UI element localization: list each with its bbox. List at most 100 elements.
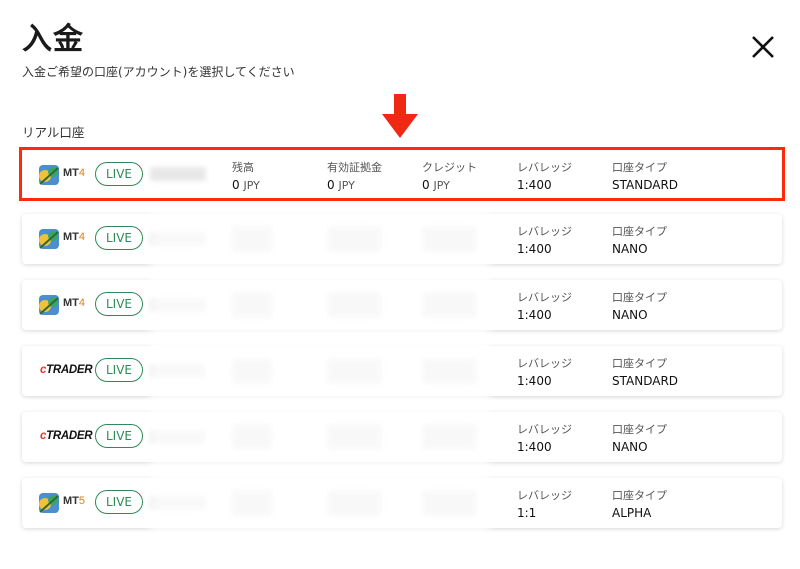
live-badge: LIVE (95, 424, 143, 448)
type-value: NANO (612, 440, 648, 454)
platform-name: MT5 (63, 495, 86, 507)
red-down-arrow-icon (382, 94, 418, 138)
leverage-label: レバレッジ (517, 357, 572, 370)
section-label: リアル口座 (22, 125, 85, 140)
leverage-value: 1:400 (517, 440, 552, 454)
metatrader-icon (39, 493, 59, 513)
account-list: MT4 LIVE 残高 0 JPY 有効証拠金 0 JPY クレジット 0 JP… (19, 147, 785, 544)
balance-blurred (232, 226, 272, 252)
currency: JPY (338, 179, 355, 192)
metatrader-icon (39, 165, 59, 185)
account-number-blurred (150, 364, 206, 378)
live-badge: LIVE (95, 162, 143, 186)
type-value: STANDARD (612, 178, 679, 192)
platform-logo: MT5 (36, 490, 96, 516)
account-card[interactable]: MT4 LIVE レバレッジ 1:400 口座タイプ NANO (22, 280, 782, 330)
leverage-col: レバレッジ 1:1 (517, 487, 572, 520)
leverage-col: レバレッジ 1:400 (517, 223, 572, 256)
account-card[interactable]: cTRADER LIVE レバレッジ 1:400 口座タイプ STANDARD (22, 346, 782, 396)
type-col: 口座タイプ NANO (612, 223, 667, 256)
equity-col: 有効証拠金 0 JPY (327, 159, 382, 192)
type-label: 口座タイプ (612, 225, 667, 238)
credit-col: クレジット 0 JPY (422, 159, 477, 192)
type-value: NANO (612, 308, 648, 322)
type-col: 口座タイプ NANO (612, 421, 667, 454)
leverage-col: レバレッジ 1:400 (517, 421, 572, 454)
leverage-col: レバレッジ 1:400 (517, 159, 572, 192)
equity-blurred (327, 424, 382, 450)
platform-logo: MT4 (36, 162, 96, 188)
account-card[interactable]: MT4 LIVE レバレッジ 1:400 口座タイプ NANO (22, 214, 782, 264)
platform-name: MT4 (63, 167, 86, 179)
balance-blurred (232, 292, 272, 318)
leverage-col: レバレッジ 1:400 (517, 355, 572, 388)
type-value: ALPHA (612, 506, 652, 520)
account-number-blurred (150, 430, 206, 444)
equity-blurred (327, 226, 382, 252)
balance-label: 残高 (232, 161, 254, 174)
close-icon[interactable] (750, 34, 776, 60)
balance-value: 0 (232, 178, 240, 192)
equity-value: 0 (327, 178, 335, 192)
platform-logo: cTRADER (36, 358, 96, 384)
type-col: 口座タイプ STANDARD (612, 355, 678, 388)
type-value: STANDARD (612, 374, 679, 388)
live-badge: LIVE (95, 226, 143, 250)
equity-blurred (327, 490, 382, 516)
type-value: NANO (612, 242, 648, 256)
platform-logo: cTRADER (36, 424, 96, 450)
platform-name: MT4 (63, 297, 86, 309)
equity-blurred (327, 292, 382, 318)
ctrader-logo: cTRADER (40, 364, 93, 376)
type-col: 口座タイプ NANO (612, 289, 667, 322)
account-card[interactable]: MT4 LIVE 残高 0 JPY 有効証拠金 0 JPY クレジット 0 JP… (19, 147, 785, 201)
platform-name: MT4 (63, 231, 86, 243)
type-col: 口座タイプ STANDARD (612, 159, 678, 192)
leverage-label: レバレッジ (517, 489, 572, 502)
metatrader-icon (39, 229, 59, 249)
leverage-value: 1:400 (517, 308, 552, 322)
leverage-value: 1:400 (517, 242, 552, 256)
metatrader-icon (39, 295, 59, 315)
leverage-label: レバレッジ (517, 423, 572, 436)
leverage-value: 1:400 (517, 178, 552, 192)
type-label: 口座タイプ (612, 357, 667, 370)
account-card[interactable]: MT5 LIVE レバレッジ 1:1 口座タイプ ALPHA (22, 478, 782, 528)
type-label: 口座タイプ (612, 489, 667, 502)
account-card[interactable]: cTRADER LIVE レバレッジ 1:400 口座タイプ NANO (22, 412, 782, 462)
balance-blurred (232, 358, 272, 384)
platform-logo: MT4 (36, 226, 96, 252)
ctrader-logo: cTRADER (40, 430, 93, 442)
balance-blurred (232, 490, 272, 516)
leverage-label: レバレッジ (517, 225, 572, 238)
page-subtitle: 入金ご希望の口座(アカウント)を選択してください (22, 65, 295, 79)
live-badge: LIVE (95, 292, 143, 316)
leverage-label: レバレッジ (517, 291, 572, 304)
credit-blurred (422, 490, 477, 516)
currency: JPY (433, 179, 450, 192)
leverage-col: レバレッジ 1:400 (517, 289, 572, 322)
type-label: 口座タイプ (612, 161, 667, 174)
credit-label: クレジット (422, 161, 477, 174)
platform-logo: MT4 (36, 292, 96, 318)
credit-blurred (422, 424, 477, 450)
credit-value: 0 (422, 178, 430, 192)
live-badge: LIVE (95, 358, 143, 382)
account-number-blurred (150, 496, 206, 510)
leverage-value: 1:400 (517, 374, 552, 388)
type-label: 口座タイプ (612, 291, 667, 304)
account-number-blurred (150, 167, 206, 181)
type-col: 口座タイプ ALPHA (612, 487, 667, 520)
page-title: 入金 (22, 22, 84, 57)
currency: JPY (243, 179, 260, 192)
balance-col: 残高 0 JPY (232, 159, 260, 192)
account-number-blurred (150, 232, 206, 246)
live-badge: LIVE (95, 490, 143, 514)
balance-blurred (232, 424, 272, 450)
account-number-blurred (150, 298, 206, 312)
equity-label: 有効証拠金 (327, 161, 382, 174)
leverage-value: 1:1 (517, 506, 537, 520)
type-label: 口座タイプ (612, 423, 667, 436)
credit-blurred (422, 226, 477, 252)
credit-blurred (422, 358, 477, 384)
